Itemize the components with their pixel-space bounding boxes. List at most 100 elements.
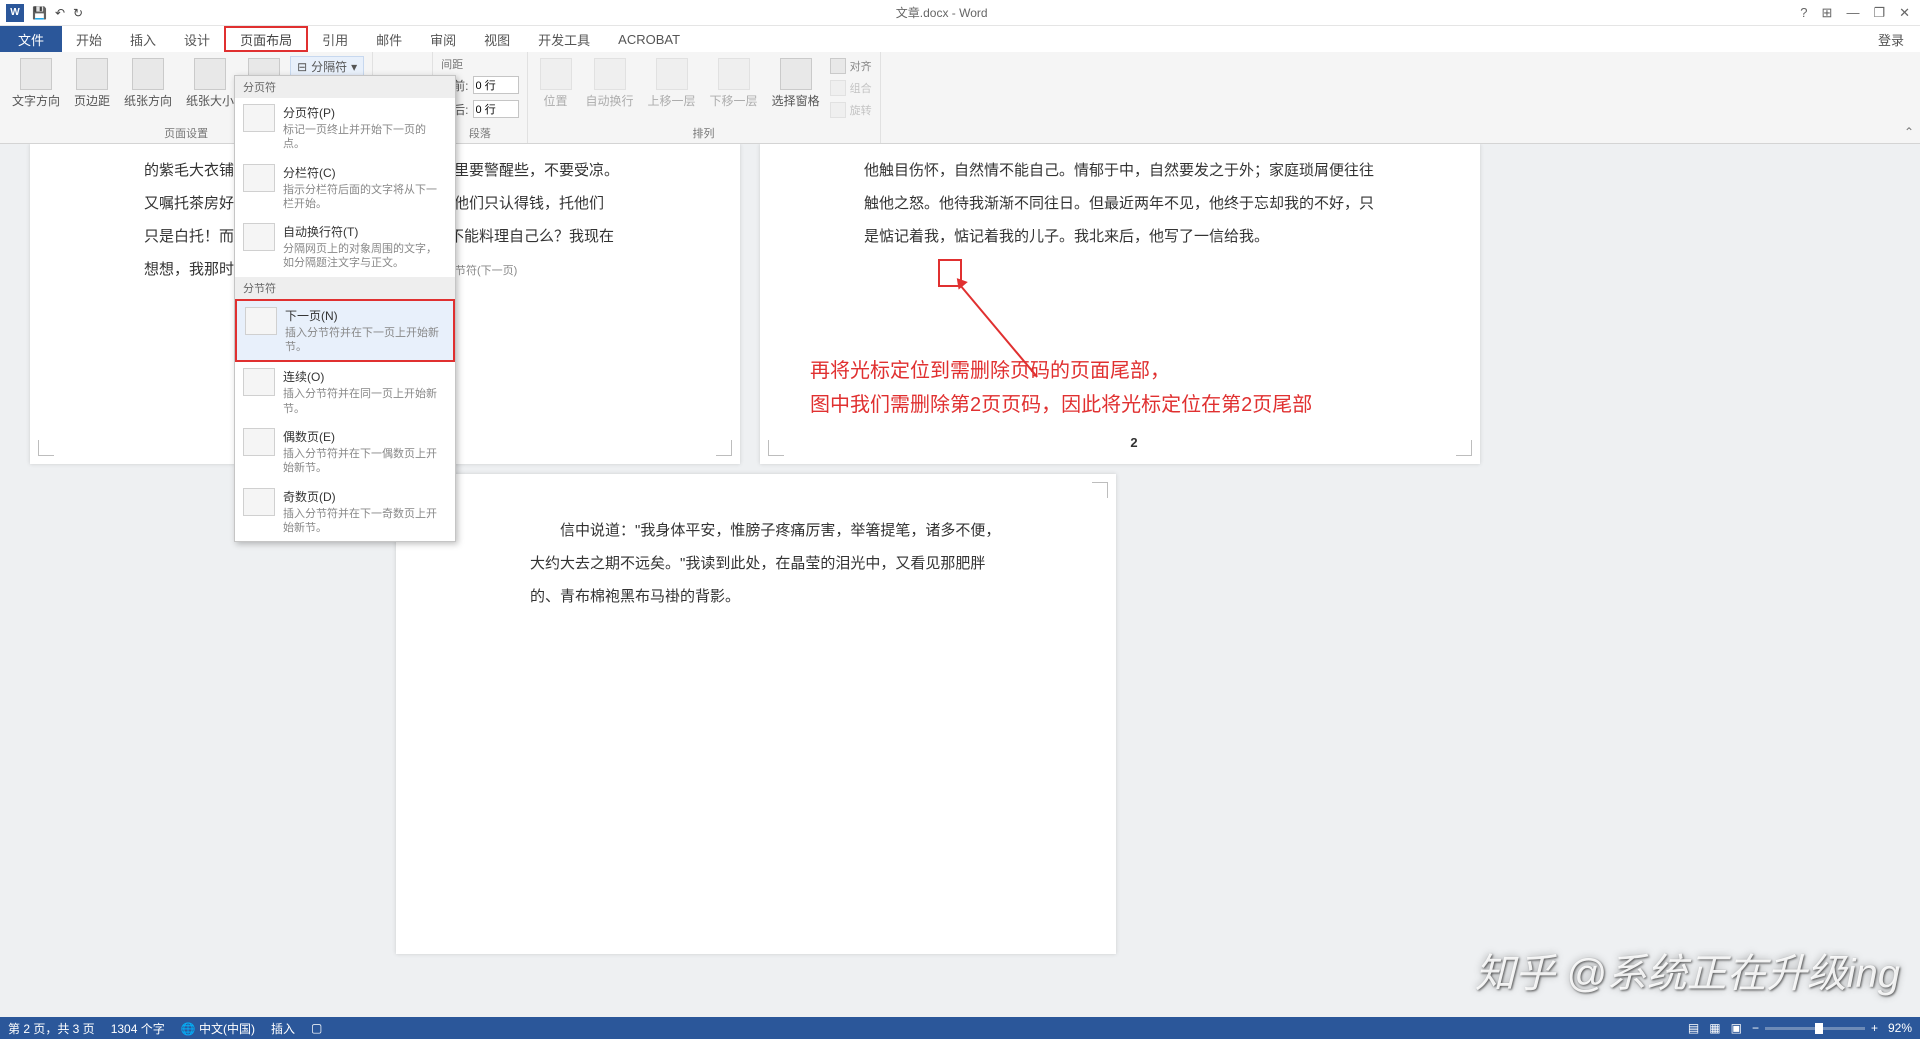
window-title: 文章.docx - Word	[83, 4, 1800, 21]
even-page-icon	[243, 428, 275, 456]
next-page-icon	[245, 307, 277, 335]
tab-mailings[interactable]: 邮件	[362, 26, 416, 52]
group-objects-button: 组合	[830, 78, 872, 98]
menu-column-break[interactable]: 分栏符(C)指示分栏符后面的文字将从下一栏开始。	[235, 158, 455, 218]
tab-page-layout[interactable]: 页面布局	[224, 26, 308, 52]
doc-text: 的紫毛大衣铺	[144, 162, 234, 179]
zoom-in-icon[interactable]: +	[1871, 1021, 1878, 1035]
quick-access-toolbar: W 💾 ↶ ↻	[0, 4, 83, 22]
margins-button[interactable]: 页边距	[70, 56, 114, 111]
doc-text: 又嘱托茶房好	[144, 195, 234, 212]
doc-text: 不能料理自己么？我现在	[449, 228, 614, 245]
tab-view[interactable]: 视图	[470, 26, 524, 52]
ribbon-tabs: 文件 开始 插入 设计 页面布局 引用 邮件 审阅 视图 开发工具 ACROBA…	[0, 26, 1920, 52]
page-break-icon	[243, 104, 275, 132]
view-read-mode-icon[interactable]: ▤	[1688, 1021, 1699, 1035]
continuous-icon	[243, 368, 275, 396]
bring-forward-button: 上移一层	[644, 56, 700, 111]
close-button[interactable]: ✕	[1899, 5, 1910, 21]
selection-pane-button[interactable]: 选择窗格	[768, 56, 824, 111]
zoom-out-icon[interactable]: −	[1752, 1021, 1759, 1035]
chevron-down-icon: ▾	[351, 60, 357, 74]
rotate-icon	[830, 102, 846, 118]
tab-review[interactable]: 审阅	[416, 26, 470, 52]
spacing-before-input[interactable]	[473, 76, 519, 94]
restore-button[interactable]: ❐	[1873, 5, 1885, 21]
login-link[interactable]: 登录	[1862, 26, 1920, 52]
tab-home[interactable]: 开始	[62, 26, 116, 52]
column-break-icon	[243, 164, 275, 192]
menu-continuous[interactable]: 连续(O)插入分节符并在同一页上开始新节。	[235, 362, 455, 422]
odd-page-icon	[243, 488, 275, 516]
window-controls: ? ⊞ — ❐ ✕	[1800, 5, 1920, 21]
spacing-header: 间距	[441, 56, 463, 72]
orientation-icon	[132, 58, 164, 90]
doc-text: 信中说道："我身体平安，惟膀子疼痛厉害，举箸提笔，诸多不便，大约大去之期不远矣。…	[530, 522, 1000, 605]
menu-next-page[interactable]: 下一页(N)插入分节符并在下一页上开始新节。	[235, 299, 455, 363]
send-backward-button: 下移一层	[706, 56, 762, 111]
margins-icon	[76, 58, 108, 90]
selection-pane-icon	[780, 58, 812, 90]
doc-text: 想想，我那时	[144, 261, 234, 278]
wrap-icon	[594, 58, 626, 90]
tab-developer[interactable]: 开发工具	[524, 26, 604, 52]
annotation-text: 再将光标定位到需删除页码的页面尾部， 图中我们需删除第2页页码，因此将光标定位在…	[810, 354, 1312, 422]
word-logo-icon: W	[6, 4, 24, 22]
text-wrap-break-icon	[243, 223, 275, 251]
breaks-dropdown: 分页符 分页符(P)标记一页终止并开始下一页的点。 分栏符(C)指示分栏符后面的…	[234, 75, 456, 542]
paper-size-button[interactable]: 纸张大小	[182, 56, 238, 111]
doc-text: 里要警醒些，不要受凉。	[454, 162, 619, 179]
position-button: 位置	[536, 56, 576, 111]
save-icon[interactable]: 💾	[32, 6, 47, 20]
tab-references[interactable]: 引用	[308, 26, 362, 52]
dropdown-section-section-breaks: 分节符	[235, 277, 455, 299]
redo-icon[interactable]: ↻	[73, 6, 83, 20]
status-insert-mode[interactable]: 插入	[271, 1020, 295, 1037]
group-arrange: 位置 自动换行 上移一层 下移一层 选择窗格 对齐 组合 旋转 排列	[528, 52, 881, 143]
paper-size-icon	[194, 58, 226, 90]
breaks-icon: ⊟	[297, 60, 307, 74]
tab-design[interactable]: 设计	[170, 26, 224, 52]
view-print-layout-icon[interactable]: ▦	[1709, 1021, 1720, 1035]
ribbon-options-icon[interactable]: ⊞	[1822, 5, 1833, 21]
align-icon	[830, 58, 846, 74]
wrap-text-button: 自动换行	[582, 56, 638, 111]
menu-page-break[interactable]: 分页符(P)标记一页终止并开始下一页的点。	[235, 98, 455, 158]
backward-icon	[718, 58, 750, 90]
page-3[interactable]: 信中说道："我身体平安，惟膀子疼痛厉害，举箸提笔，诸多不便，大约大去之期不远矣。…	[396, 474, 1116, 954]
tab-insert[interactable]: 插入	[116, 26, 170, 52]
orientation-button[interactable]: 纸张方向	[120, 56, 176, 111]
doc-text: 他们只认得钱，托他们	[454, 195, 604, 212]
group-icon	[830, 80, 846, 96]
doc-text: 他触目伤怀，自然情不能自己。情郁于中，自然要发之于外；家庭琐屑便往往触他之怒。他…	[864, 162, 1374, 245]
group-label-arrange: 排列	[536, 123, 872, 141]
zoom-level[interactable]: 92%	[1888, 1021, 1912, 1035]
help-icon[interactable]: ?	[1800, 5, 1807, 21]
zoom-slider[interactable]: − +	[1752, 1021, 1878, 1035]
menu-even-page[interactable]: 偶数页(E)插入分节符并在下一偶数页上开始新节。	[235, 422, 455, 482]
tab-acrobat[interactable]: ACROBAT	[604, 26, 694, 52]
status-bar: 第 2 页，共 3 页 1304 个字 🌐 中文(中国) 插入 ▢ ▤ ▦ ▣ …	[0, 1017, 1920, 1039]
title-bar: W 💾 ↶ ↻ 文章.docx - Word ? ⊞ — ❐ ✕	[0, 0, 1920, 26]
tab-file[interactable]: 文件	[0, 26, 62, 52]
page-number: 2	[774, 429, 1494, 458]
status-word-count[interactable]: 1304 个字	[111, 1020, 165, 1037]
text-direction-button[interactable]: 文字方向	[8, 56, 64, 111]
minimize-button[interactable]: —	[1846, 5, 1859, 21]
status-page[interactable]: 第 2 页，共 3 页	[8, 1020, 95, 1037]
dropdown-section-page-breaks: 分页符	[235, 76, 455, 98]
rotate-button: 旋转	[830, 100, 872, 120]
status-language[interactable]: 🌐 中文(中国)	[181, 1020, 255, 1037]
menu-odd-page[interactable]: 奇数页(D)插入分节符并在下一奇数页上开始新节。	[235, 482, 455, 542]
collapse-ribbon-icon[interactable]: ⌃	[1904, 125, 1914, 139]
menu-text-wrapping[interactable]: 自动换行符(T)分隔网页上的对象周围的文字，如分隔题注文字与正文。	[235, 217, 455, 277]
forward-icon	[656, 58, 688, 90]
breaks-button[interactable]: ⊟分隔符▾	[290, 56, 364, 77]
text-direction-icon	[20, 58, 52, 90]
position-icon	[540, 58, 572, 90]
status-macro-icon[interactable]: ▢	[311, 1021, 322, 1035]
align-button[interactable]: 对齐	[830, 56, 872, 76]
spacing-after-input[interactable]	[473, 100, 519, 118]
undo-icon[interactable]: ↶	[55, 6, 65, 20]
view-web-layout-icon[interactable]: ▣	[1731, 1021, 1742, 1035]
